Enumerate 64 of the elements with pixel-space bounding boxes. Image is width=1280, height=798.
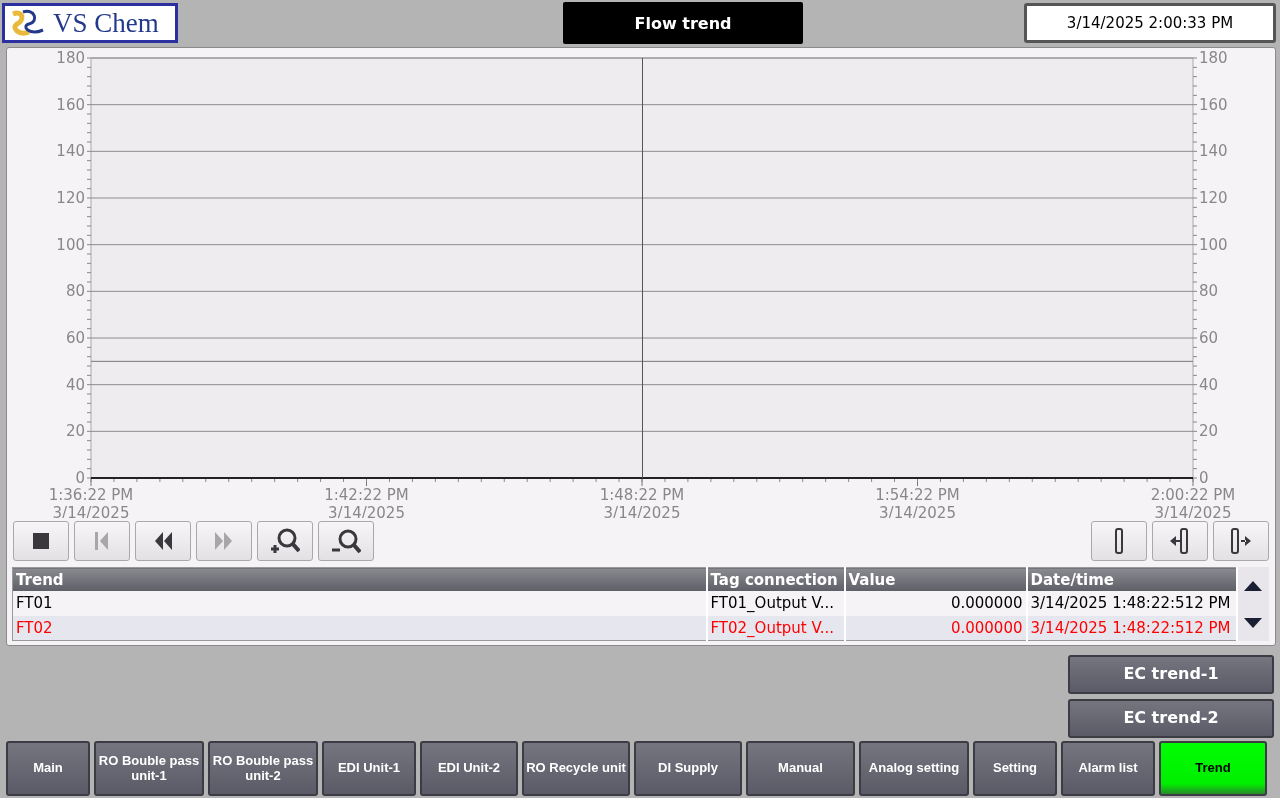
- ruler-right-button[interactable]: [1213, 521, 1269, 561]
- nav-button[interactable]: RO Bouble pass unit-2: [208, 741, 318, 796]
- nav-button[interactable]: Setting: [973, 741, 1057, 796]
- y-axis-label: 120: [1199, 189, 1228, 207]
- screen-title: Flow trend: [563, 2, 803, 44]
- fast-forward-icon: [214, 532, 234, 550]
- nav-button[interactable]: Trend: [1159, 741, 1267, 796]
- y-axis-label: 40: [1199, 375, 1219, 394]
- nav-button[interactable]: RO Recycle unit: [522, 741, 630, 796]
- column-header: Trend: [12, 567, 707, 592]
- nav-button[interactable]: DI Supply: [634, 741, 742, 796]
- nav-button[interactable]: EDI Unit-1: [322, 741, 416, 796]
- y-axis-label: 80: [1199, 282, 1219, 301]
- zoom-out-icon: [331, 528, 361, 554]
- y-axis-label: 160: [56, 95, 85, 114]
- zoom-in-icon: [270, 527, 300, 555]
- skip-to-start-icon: [95, 532, 109, 550]
- date-time-display: 3/14/2025 2:00:33 PM: [1024, 3, 1276, 43]
- y-axis-label: 20: [65, 422, 85, 441]
- y-axis-label: 140: [56, 142, 85, 161]
- ruler-left-icon: [1170, 528, 1190, 554]
- trend-screen-button[interactable]: EC trend-1: [1068, 655, 1274, 694]
- table-row[interactable]: FT02 FT02_Output V... 0.000000 3/14/2025 1:48:22:512 PM: [12, 615, 1237, 641]
- y-axis-label: 140: [1199, 142, 1228, 161]
- rewind-icon: [153, 532, 173, 550]
- stop-icon: [33, 533, 49, 549]
- y-axis-label: 120: [56, 189, 85, 207]
- y-axis-label: 160: [1199, 95, 1228, 114]
- y-axis-label: 0: [1199, 469, 1209, 487]
- nav-button[interactable]: RO Bouble pass unit-1: [94, 741, 204, 796]
- table-cell: FT02_Output V...: [706, 615, 845, 641]
- nav-button[interactable]: Main: [6, 741, 90, 796]
- y-axis-label: 20: [1199, 422, 1219, 441]
- table-cell: FT02: [12, 615, 707, 641]
- zoom-in-button[interactable]: [257, 521, 313, 561]
- back-button[interactable]: [135, 521, 191, 561]
- table-cell: 3/14/2025 1:48:22:512 PM: [1026, 615, 1237, 641]
- column-header: Tag connection: [706, 567, 845, 592]
- nav-button[interactable]: Manual: [746, 741, 855, 796]
- ruler-icon: [1115, 528, 1123, 554]
- y-axis-label: 100: [56, 235, 85, 254]
- trend-screen-button[interactable]: EC trend-2: [1068, 699, 1274, 738]
- y-axis-label: 60: [65, 329, 85, 347]
- scroll-down-icon[interactable]: [1244, 617, 1263, 628]
- ruler-right-icon: [1231, 528, 1251, 554]
- y-axis-label: 180: [56, 49, 85, 67]
- column-header: Date/time: [1026, 567, 1237, 592]
- zoom-out-button[interactable]: [318, 521, 374, 561]
- y-axis-label: 180: [1199, 49, 1228, 67]
- ruler-left-button[interactable]: [1152, 521, 1208, 561]
- column-header: Value: [844, 567, 1027, 592]
- ruler-button[interactable]: [1091, 521, 1147, 561]
- nav-button[interactable]: EDI Unit-2: [420, 741, 518, 796]
- y-axis-label: 40: [65, 375, 85, 394]
- nav-button[interactable]: Alarm list: [1061, 741, 1155, 796]
- y-axis-label: 60: [1199, 329, 1219, 347]
- y-axis-label: 80: [65, 282, 85, 301]
- logo-text: VS Chem: [53, 7, 159, 39]
- scroll-up-icon[interactable]: [1244, 580, 1263, 591]
- stop-button[interactable]: [13, 521, 69, 561]
- table-cell: 0.000000: [844, 615, 1027, 641]
- y-axis-label: 100: [1199, 235, 1228, 254]
- nav-button[interactable]: Analog setting: [859, 741, 969, 796]
- y-axis-label: 0: [75, 469, 85, 487]
